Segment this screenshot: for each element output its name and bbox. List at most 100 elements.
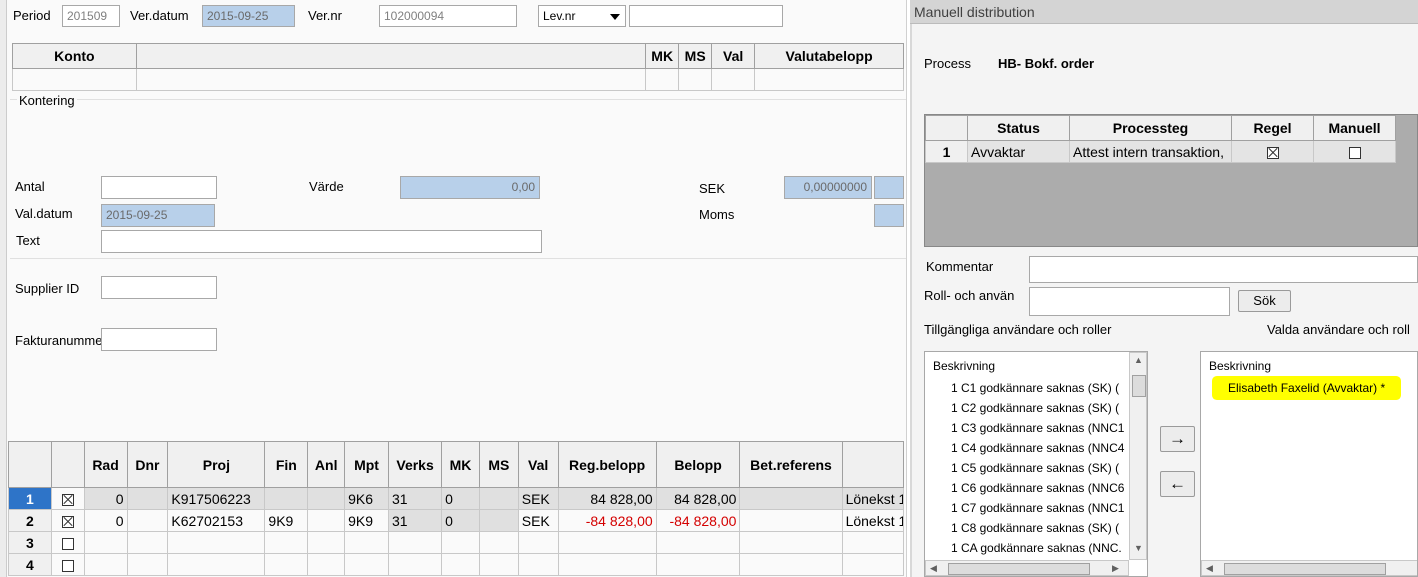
fin-cell[interactable]: 9K9	[264, 509, 309, 532]
horizontal-scrollbar[interactable]: ◀	[1201, 560, 1417, 576]
list-item[interactable]: 1 C1 godkännare saknas (SK) (	[951, 381, 1119, 395]
antal-field[interactable]	[101, 176, 217, 199]
col-ms[interactable]: MS	[478, 441, 519, 488]
col-mk[interactable]: MK	[441, 441, 480, 488]
betref-cell[interactable]	[739, 509, 843, 532]
belopp-cell[interactable]: 84 828,00	[655, 487, 741, 510]
hscroll-thumb[interactable]	[948, 563, 1090, 575]
scroll-left-icon[interactable]: ◀	[930, 563, 937, 574]
table-row[interactable]: 1 Avvaktar Attest intern transaktion,	[925, 140, 1396, 163]
verdatum-field[interactable]: 2015-09-25	[202, 5, 295, 27]
text-cell[interactable]: Lönekst 1	[841, 509, 905, 532]
roll-search-field[interactable]	[1029, 287, 1230, 316]
manuell-cell[interactable]	[1313, 140, 1396, 163]
list-item[interactable]: 1 C2 godkännare saknas (SK) (	[951, 401, 1119, 415]
col-check[interactable]	[50, 441, 85, 488]
list-item[interactable]: 1 C5 godkännare saknas (SK) (	[951, 461, 1119, 475]
row-checkbox[interactable]	[50, 553, 85, 576]
col-betreferens[interactable]: Bet.referens	[739, 441, 843, 488]
mk-cell[interactable]	[645, 68, 680, 91]
list-item[interactable]: 1 C3 godkännare saknas (NNC1	[951, 421, 1124, 435]
col-belopp[interactable]: Belopp	[655, 441, 741, 488]
selected-user-item[interactable]: Elisabeth Faxelid (Avvaktar) *	[1215, 379, 1399, 397]
available-list-header[interactable]: Beskrivning	[933, 359, 995, 373]
valutabelopp-cell[interactable]	[754, 68, 904, 91]
col-mk[interactable]: MK	[645, 43, 680, 69]
available-list[interactable]: Beskrivning 1 C1 godkännare saknas (SK) …	[924, 351, 1148, 577]
list-item[interactable]: 1 C8 godkännare saknas (SK) (	[951, 521, 1119, 535]
horizontal-scrollbar[interactable]: ◀ ▶	[925, 560, 1129, 576]
anl-cell[interactable]	[307, 487, 346, 510]
table-row[interactable]: 3	[8, 531, 905, 554]
row-checkbox[interactable]	[50, 487, 85, 510]
ms-cell[interactable]	[678, 68, 713, 91]
regbelopp-cell[interactable]: -84 828,00	[557, 509, 657, 532]
verks-cell[interactable]: 31	[387, 509, 443, 532]
fakturanummer-field[interactable]	[101, 328, 217, 351]
col-processteg[interactable]: Processteg	[1069, 115, 1232, 141]
scroll-thumb[interactable]	[1132, 375, 1146, 397]
col-anl[interactable]: Anl	[307, 441, 346, 488]
regel-cell[interactable]	[1231, 140, 1314, 163]
rad-cell[interactable]: 0	[83, 509, 128, 532]
regbelopp-cell[interactable]: 84 828,00	[557, 487, 657, 510]
proj-cell[interactable]: K62702153	[167, 509, 266, 532]
col-blank[interactable]	[135, 43, 647, 69]
col-rownum[interactable]	[8, 441, 52, 488]
betref-cell[interactable]	[739, 487, 843, 510]
valdatum-field[interactable]: 2015-09-25	[101, 204, 215, 227]
selected-list-header[interactable]: Beskrivning	[1209, 359, 1271, 373]
col-status[interactable]: Status	[967, 115, 1070, 141]
mk-cell[interactable]: 0	[441, 509, 480, 532]
processteg-cell[interactable]: Attest intern transaktion,	[1069, 140, 1232, 163]
row-number[interactable]: 2	[8, 509, 52, 532]
col-status-num[interactable]	[925, 115, 968, 141]
table-row[interactable]: 4	[8, 553, 905, 576]
rad-cell[interactable]: 0	[83, 487, 128, 510]
scroll-up-icon[interactable]: ▲	[1134, 355, 1143, 365]
col-proj[interactable]: Proj	[167, 441, 266, 488]
dnr-cell[interactable]	[126, 509, 169, 532]
row-number[interactable]: 1	[8, 487, 52, 510]
col-regel[interactable]: Regel	[1231, 115, 1314, 141]
fin-cell[interactable]	[264, 487, 309, 510]
col-manuell[interactable]: Manuell	[1313, 115, 1396, 141]
val-cell[interactable]: SEK	[517, 487, 559, 510]
period-field[interactable]: 201509	[62, 5, 120, 27]
proj-cell[interactable]: K917506223	[167, 487, 266, 510]
col-mpt[interactable]: Mpt	[344, 441, 389, 488]
levnr-field[interactable]	[629, 5, 783, 27]
row-number[interactable]: 3	[8, 531, 52, 554]
sok-button[interactable]: Sök	[1238, 290, 1291, 312]
sek-extra-field[interactable]	[874, 176, 904, 199]
row-checkbox[interactable]	[50, 509, 85, 532]
ms-cell[interactable]	[478, 509, 519, 532]
anl-cell[interactable]	[307, 509, 346, 532]
move-left-button[interactable]: ←	[1160, 471, 1195, 497]
levnr-select[interactable]: Lev.nr	[538, 5, 626, 27]
ms-cell[interactable]	[478, 487, 519, 510]
vertical-scrollbar[interactable]: ▲ ▼	[1129, 352, 1147, 560]
kommentar-field[interactable]	[1029, 256, 1418, 283]
list-item[interactable]: 1 C4 godkännare saknas (NNC4	[951, 441, 1124, 455]
mpt-cell[interactable]: 9K9	[344, 509, 389, 532]
col-verks[interactable]: Verks	[387, 441, 443, 488]
supplier-id-field[interactable]	[101, 276, 217, 299]
mk-cell[interactable]: 0	[441, 487, 480, 510]
col-text[interactable]	[841, 441, 905, 488]
scroll-right-icon[interactable]: ▶	[1112, 563, 1119, 574]
list-item[interactable]: 1 C6 godkännare saknas (NNC6	[951, 481, 1124, 495]
konto-desc-cell[interactable]	[135, 68, 647, 91]
col-konto[interactable]: Konto	[12, 43, 137, 69]
col-valutabelopp[interactable]: Valutabelopp	[754, 43, 904, 69]
col-fin[interactable]: Fin	[264, 441, 309, 488]
status-cell[interactable]: Avvaktar	[967, 140, 1070, 163]
list-item[interactable]: 1 C7 godkännare saknas (NNC1	[951, 501, 1124, 515]
row-number[interactable]: 4	[8, 553, 52, 576]
col-dnr[interactable]: Dnr	[126, 441, 169, 488]
scroll-left-icon[interactable]: ◀	[1206, 563, 1213, 574]
scroll-down-icon[interactable]: ▼	[1134, 543, 1143, 553]
varde-field[interactable]: 0,00	[400, 176, 540, 199]
moms-field[interactable]	[874, 204, 904, 227]
selected-list[interactable]: Beskrivning Elisabeth Faxelid (Avvaktar)…	[1200, 351, 1418, 577]
